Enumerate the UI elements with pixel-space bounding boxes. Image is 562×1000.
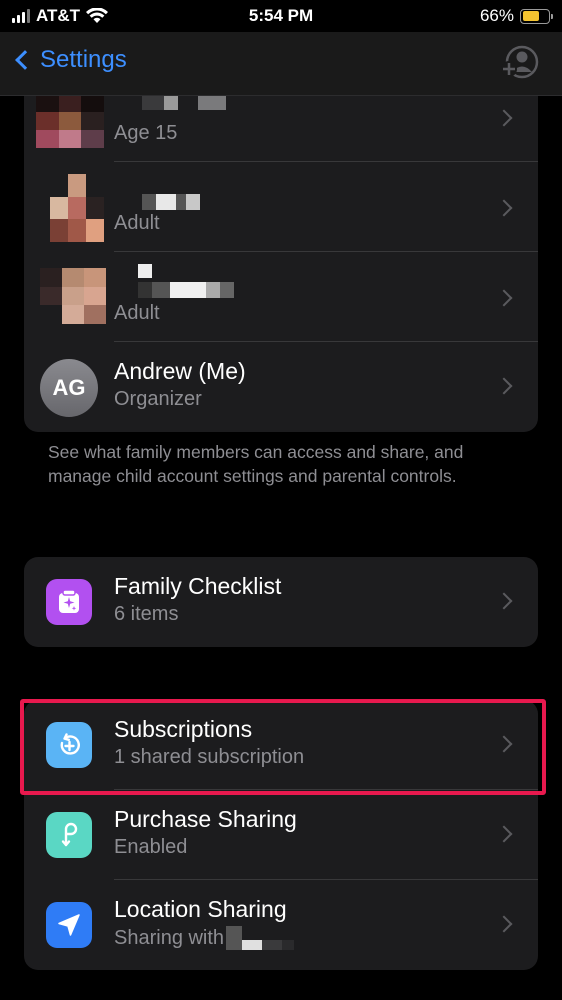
battery-percentage: 66% [479,6,514,25]
chevron-right-icon [495,109,513,127]
navigation-bar: Settings [0,32,562,96]
back-button[interactable]: Settings [12,46,127,74]
location-sharing-title: Location Sharing [114,896,287,922]
member-avatar [40,268,106,324]
subscriptions-subtitle: 1 shared subscription [114,746,305,768]
member-role: Adult [114,302,160,324]
chevron-right-icon [495,377,513,395]
chevron-right-icon [495,825,513,843]
checklist-title: Family Checklist [114,573,282,599]
family-member-row[interactable]: Adult [24,162,538,252]
add-member-icon[interactable] [500,44,540,80]
sharing-features-list: Subscriptions 1 shared subscription Purc… [24,700,538,970]
chevron-right-icon [495,735,513,753]
member-role: Organizer [114,388,202,410]
checklist-sparkle-icon [46,579,92,625]
location-sharing-subtitle: Sharing with [114,926,295,950]
member-avatar [36,94,104,148]
redacted-names [226,926,295,950]
chevron-right-icon [495,289,513,307]
checklist-subtitle: 6 items [114,603,179,625]
battery-icon [520,8,553,24]
purchase-sharing-icon [46,812,92,858]
member-name-redacted [142,194,200,210]
subscriptions-title: Subscriptions [114,716,253,742]
family-checklist-group: Family Checklist 6 items [24,557,538,647]
back-button-label: Settings [40,46,127,73]
member-name-redacted [138,264,234,298]
chevron-left-icon [15,50,35,70]
purchase-sharing-title: Purchase Sharing [114,806,297,832]
chevron-right-icon [495,199,513,217]
family-member-row-me[interactable]: AG Andrew (Me) Organizer [24,342,538,432]
subscriptions-row[interactable]: Subscriptions 1 shared subscription [24,700,538,790]
member-role: Adult [114,212,160,234]
clock: 5:54 PM [248,6,314,25]
member-name: Andrew (Me) [114,358,246,384]
subscription-refresh-icon [46,722,92,768]
family-member-row[interactable]: Adult [24,252,538,342]
purchase-sharing-subtitle: Enabled [114,836,188,858]
member-avatar [50,174,104,242]
chevron-right-icon [495,915,513,933]
member-role: Age 15 [114,122,178,144]
member-name-redacted [142,94,226,110]
avatar: AG [40,359,98,417]
purchase-sharing-row[interactable]: Purchase Sharing Enabled [24,790,538,880]
chevron-right-icon [495,592,513,610]
family-members-footer: See what family members can access and s… [48,442,464,486]
location-arrow-icon [46,902,92,948]
family-members-list: Age 15 Adult Adult AG Andrew (Me) Organi… [24,72,538,432]
location-sharing-text: Sharing with [114,926,225,949]
location-sharing-row[interactable]: Location Sharing Sharing with [24,880,538,970]
family-checklist-row[interactable]: Family Checklist 6 items [24,557,538,647]
status-bar: AT&T 5:54 PM 66% [0,0,562,32]
